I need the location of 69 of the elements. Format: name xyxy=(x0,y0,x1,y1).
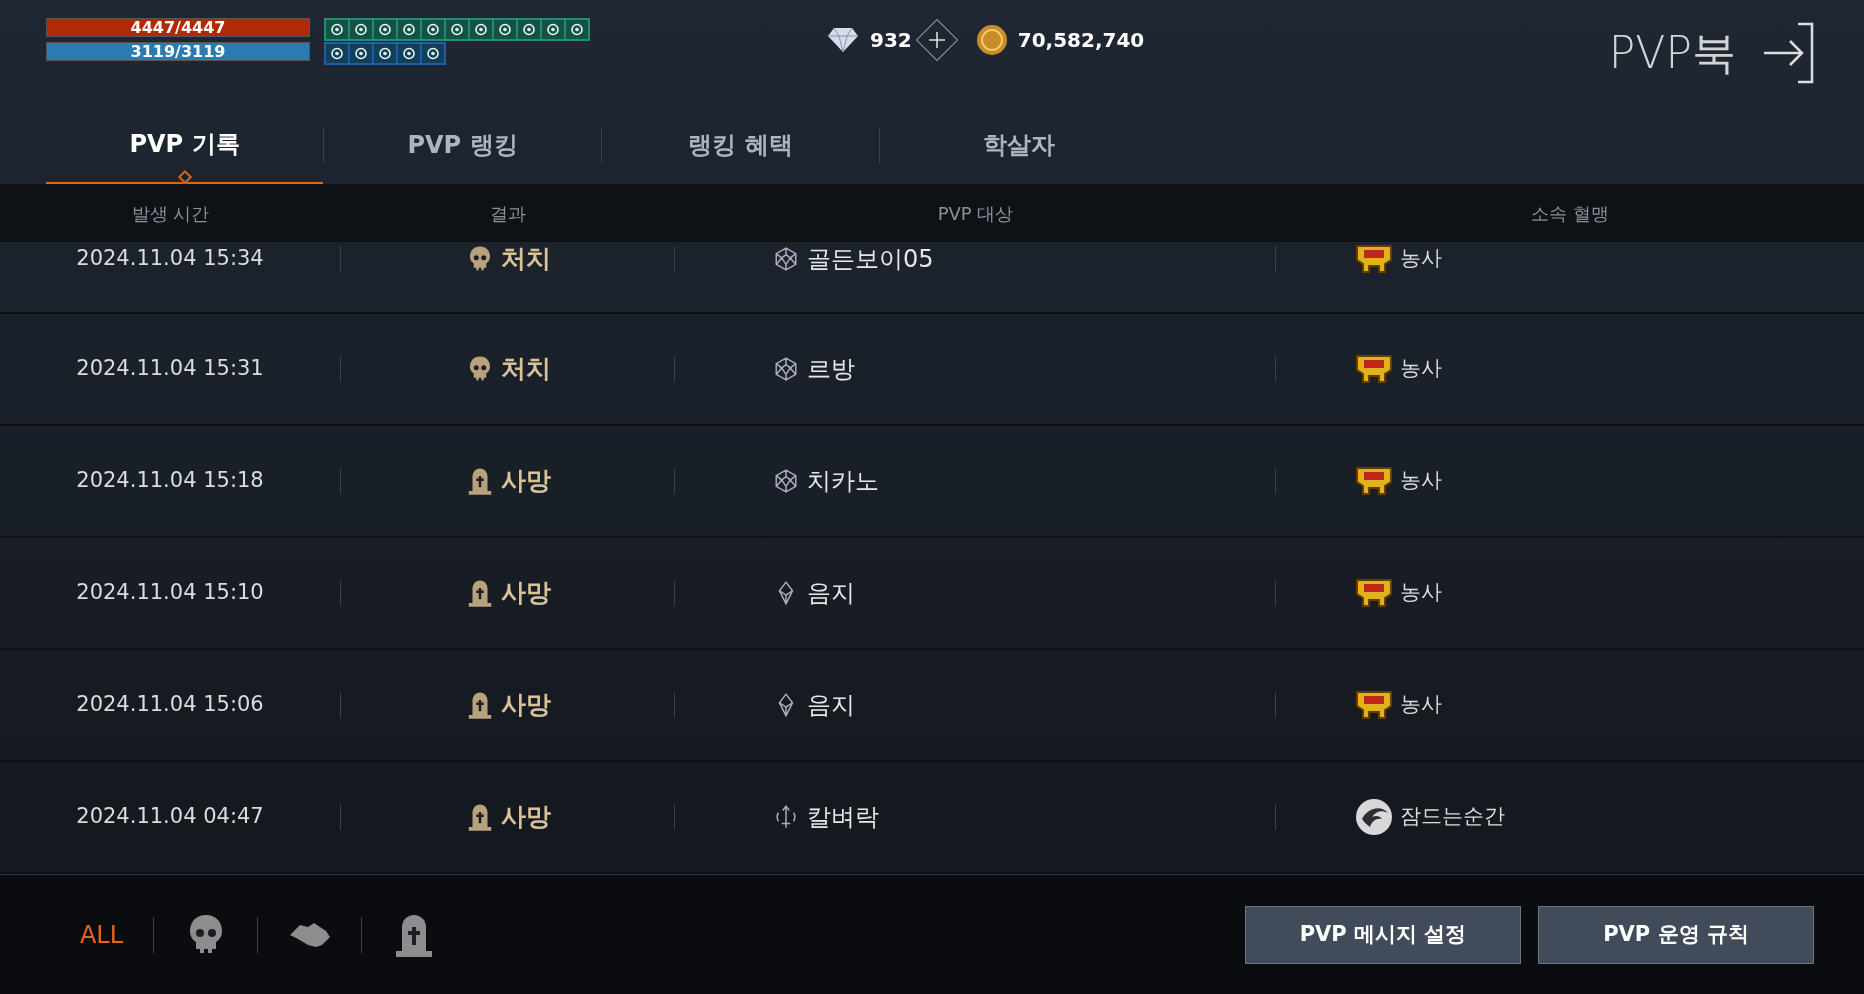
buff-icon xyxy=(398,20,420,39)
time-cell-text: 2024.11.04 15:10 xyxy=(76,579,264,607)
coin-icon xyxy=(975,24,1008,56)
result-cell-text: 사망 xyxy=(500,577,551,610)
buff-icon xyxy=(422,44,444,63)
sword-icon xyxy=(773,804,799,830)
result-cell-text: 처치 xyxy=(500,353,551,386)
clan-name: 농사 xyxy=(1400,355,1442,383)
buff-icon xyxy=(446,20,468,39)
column-header: 결과 xyxy=(489,201,527,226)
filter-tab[interactable]: ALL xyxy=(50,904,153,965)
tab[interactable]: 랭킹 혜택 xyxy=(602,105,879,184)
gem-count: 932 xyxy=(870,27,912,54)
target-name: 음지 xyxy=(807,690,855,721)
buff-icon xyxy=(350,44,372,63)
buff-icon xyxy=(494,20,516,39)
buff-icon xyxy=(326,20,348,39)
mana-bar-value: 3119/3119 xyxy=(129,43,227,60)
time-cell-text: 2024.11.04 15:18 xyxy=(76,467,264,495)
claw-emblem-icon xyxy=(1354,797,1394,837)
target-name: 골든보이05 xyxy=(807,244,934,275)
plus-icon xyxy=(927,31,946,49)
buff-icon xyxy=(566,20,588,39)
target-name: 음지 xyxy=(807,578,855,609)
exit-icon xyxy=(1762,22,1816,84)
time-cell-text: 2024.11.04 15:06 xyxy=(76,691,264,719)
polyhedron-icon xyxy=(773,356,799,382)
column-header: 발생 시간 xyxy=(130,201,211,226)
column-header: 소속 혈맹 xyxy=(1530,201,1610,226)
clan-name: 잠드는순간 xyxy=(1400,803,1505,831)
window-title: PVP북 xyxy=(1608,26,1736,80)
action-button[interactable]: PVP 메시지 설정 xyxy=(1245,905,1521,964)
clan-name: 농사 xyxy=(1400,579,1442,607)
coin-amount: 70,582,740 xyxy=(1017,27,1145,54)
buff-icon xyxy=(398,44,420,63)
buff-icon xyxy=(542,20,564,39)
health-bar-value: 4447/4447 xyxy=(129,19,227,36)
target-name: 치카노 xyxy=(807,466,879,497)
diamond-icon xyxy=(826,26,860,54)
result-cell-text: 사망 xyxy=(500,689,551,722)
result-cell-text: 처치 xyxy=(500,243,551,276)
buff-icon xyxy=(374,44,396,63)
time-cell-text: 2024.11.04 15:31 xyxy=(76,355,264,383)
result-cell-text: 사망 xyxy=(500,801,551,834)
clan-crest-icon xyxy=(1354,242,1394,276)
clan-name: 농사 xyxy=(1400,467,1442,495)
buff-icon xyxy=(374,20,396,39)
target-name: 칼벼락 xyxy=(807,802,879,833)
clan-crest-icon xyxy=(1354,576,1394,610)
polyhedron-icon xyxy=(773,468,799,494)
clan-name: 농사 xyxy=(1400,245,1442,273)
tab[interactable]: 학살자 xyxy=(880,105,1157,184)
buff-icon xyxy=(350,20,372,39)
buff-icon xyxy=(518,20,540,39)
action-button[interactable]: PVP 운영 규칙 xyxy=(1538,905,1814,964)
clan-crest-icon xyxy=(1354,464,1394,498)
tab[interactable]: PVP 랭킹 xyxy=(324,105,601,184)
column-header: PVP 대상 xyxy=(936,201,1015,226)
time-cell-text: 2024.11.04 15:34 xyxy=(76,245,264,273)
target-name: 르방 xyxy=(807,354,855,385)
clan-name: 농사 xyxy=(1400,691,1442,719)
buff-icon xyxy=(422,20,444,39)
clan-crest-icon xyxy=(1354,352,1394,386)
clan-crest-icon xyxy=(1354,688,1394,722)
result-cell-text: 사망 xyxy=(500,465,551,498)
buff-icon xyxy=(326,44,348,63)
time-cell-text: 2024.11.04 04:47 xyxy=(76,803,264,831)
buff-icon xyxy=(470,20,492,39)
polyhedron-icon xyxy=(773,246,799,272)
